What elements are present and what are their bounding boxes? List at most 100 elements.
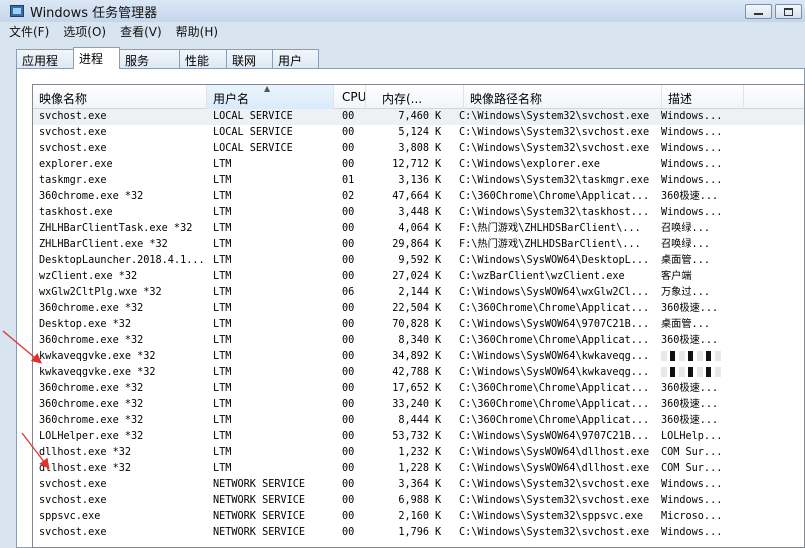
table-row[interactable]: explorer.exe LTM 00 12,712 K C:\Windows\explo… — [33, 157, 804, 173]
table-row[interactable]: dllhost.exe *32 LTM 00 1,232 K C:\Windows\Sys… — [33, 445, 804, 461]
minimize-button[interactable] — [745, 4, 772, 19]
memory-cell: 34,892 — [392, 351, 429, 362]
memory-unit-cell: K — [435, 255, 442, 266]
column-header-user-label: 用户名 — [213, 92, 250, 106]
memory-unit-cell: K — [435, 191, 442, 202]
column-header-image-name[interactable]: 映像名称 — [33, 85, 207, 109]
redacted-description — [661, 351, 723, 361]
table-row[interactable]: wzClient.exe *32 LTM 00 27,024 K C:\wzBarClie… — [33, 269, 804, 285]
table-row[interactable]: sppsvc.exe NETWORK SERVICE 00 2,160 K C:\Wind… — [33, 509, 804, 525]
tab-processes[interactable]: 进程 — [73, 47, 120, 69]
user-name-cell: LTM — [213, 447, 232, 458]
table-row[interactable]: svchost.exe LOCAL SERVICE 00 3,808 K C:\Windo… — [33, 141, 804, 157]
memory-unit-cell: K — [435, 495, 442, 506]
image-path-cell: C:\wzBarClient\wzClient.exe — [459, 271, 625, 282]
cpu-cell: 00 — [342, 159, 355, 170]
table-row[interactable]: 360chrome.exe *32 LTM 00 22,504 K C:\360Chrom… — [33, 301, 804, 317]
column-header-image-path[interactable]: 映像路径名称 — [464, 85, 662, 109]
user-name-cell: LTM — [213, 303, 232, 314]
process-name-cell: svchost.exe — [39, 143, 107, 154]
memory-cell: 2,144 — [398, 287, 429, 298]
memory-cell: 29,864 — [392, 239, 429, 250]
image-path-cell: C:\Windows\System32\taskhost... — [459, 207, 650, 218]
cpu-cell: 00 — [342, 223, 355, 234]
memory-unit-cell: K — [435, 351, 442, 362]
image-path-cell: F:\热门游戏\ZHLHDSBarClient\... — [459, 223, 641, 234]
memory-cell: 3,808 — [398, 143, 429, 154]
memory-cell: 1,228 — [398, 463, 429, 474]
cpu-cell: 00 — [342, 527, 355, 538]
image-path-cell: C:\Windows\System32\svchost.exe — [459, 111, 650, 122]
cpu-cell: 00 — [342, 239, 355, 250]
column-header-cpu[interactable]: CPU — [334, 85, 366, 109]
user-name-cell: LTM — [213, 319, 232, 330]
description-cell: Windows... — [661, 495, 723, 506]
image-path-cell: C:\Windows\SysWOW64\dllhost.exe — [459, 463, 650, 474]
table-row[interactable]: svchost.exe LOCAL SERVICE 00 7,460 K C:\Windo… — [33, 109, 804, 125]
cpu-cell: 02 — [342, 191, 355, 202]
memory-cell: 8,340 — [398, 335, 429, 346]
tab-applications[interactable]: 应用程序 — [16, 49, 74, 85]
tab-services[interactable]: 服务 — [119, 49, 180, 69]
tab-networking[interactable]: 联网 — [226, 49, 273, 69]
column-header-filler — [744, 85, 804, 109]
process-list[interactable]: 映像名称 ▲ 用户名 CPU 内存(... 映像路径名称 描述 svchost.… — [32, 84, 805, 548]
cpu-cell: 00 — [342, 383, 355, 394]
table-row[interactable]: Desktop.exe *32 LTM 00 70,828 K C:\Windows\Sy… — [33, 317, 804, 333]
description-cell: 客户端 — [661, 271, 692, 282]
description-cell: 360极速... — [661, 191, 719, 202]
table-row[interactable]: 360chrome.exe *32 LTM 00 8,340 K C:\360Chrome… — [33, 333, 804, 349]
image-path-cell: C:\Windows\System32\sppsvc.exe — [459, 511, 644, 522]
memory-unit-cell: K — [435, 479, 442, 490]
memory-cell: 6,988 — [398, 495, 429, 506]
table-row[interactable]: 360chrome.exe *32 LTM 00 8,444 K C:\360Chrome… — [33, 413, 804, 429]
sort-ascending-icon: ▲ — [264, 85, 271, 93]
table-row[interactable]: 360chrome.exe *32 LTM 00 17,652 K C:\360Chrom… — [33, 381, 804, 397]
user-name-cell: LTM — [213, 415, 232, 426]
tab-users[interactable]: 用户 — [272, 49, 319, 69]
column-header-user-name[interactable]: ▲ 用户名 — [207, 85, 334, 109]
description-cell: Windows... — [661, 207, 723, 218]
tab-strip: 应用程序 进程 服务 性能 联网 用户 — [16, 47, 319, 85]
column-header-description[interactable]: 描述 — [662, 85, 744, 109]
process-name-cell: taskmgr.exe — [39, 175, 107, 186]
table-row[interactable]: kwkaveqgvke.exe *32 LTM 00 42,788 K C:\Window… — [33, 365, 804, 381]
description-cell — [651, 349, 731, 365]
menu-help[interactable]: 帮助(H) — [176, 23, 218, 40]
table-row[interactable]: taskmgr.exe LTM 01 3,136 K C:\Windows\System3… — [33, 173, 804, 189]
process-name-cell: svchost.exe — [39, 111, 107, 122]
table-row[interactable]: LOLHelper.exe *32 LTM 00 53,732 K C:\Windows\… — [33, 429, 804, 445]
menu-options[interactable]: 选项(O) — [63, 23, 106, 40]
table-row[interactable]: taskhost.exe LTM 00 3,448 K C:\Windows\System… — [33, 205, 804, 221]
memory-unit-cell: K — [435, 175, 442, 186]
table-row[interactable]: kwkaveqgvke.exe *32 LTM 00 34,892 K C:\Window… — [33, 349, 804, 365]
table-row[interactable]: 360chrome.exe *32 LTM 02 47,664 K C:\360Chrom… — [33, 189, 804, 205]
process-name-cell: ZHLHBarClientTask.exe *32 — [39, 223, 193, 234]
user-name-cell: LTM — [213, 383, 232, 394]
memory-unit-cell: K — [435, 447, 442, 458]
description-cell: LOLHelp... — [661, 431, 723, 442]
tab-performance[interactable]: 性能 — [179, 49, 227, 69]
description-cell: Windows... — [661, 527, 723, 538]
image-path-cell: C:\Windows\SysWOW64\kwkaveqg... — [459, 367, 650, 378]
user-name-cell: LTM — [213, 207, 232, 218]
user-name-cell: NETWORK SERVICE — [213, 495, 306, 506]
table-row[interactable]: svchost.exe NETWORK SERVICE 00 1,796 K C:\Win… — [33, 525, 804, 541]
image-path-cell: C:\Windows\System32\svchost.exe — [459, 143, 650, 154]
table-row[interactable]: dllhost.exe *32 LTM 00 1,228 K C:\Windows\Sys… — [33, 461, 804, 477]
table-row[interactable]: svchost.exe NETWORK SERVICE 00 3,364 K C:\Win… — [33, 477, 804, 493]
table-row[interactable]: svchost.exe NETWORK SERVICE 00 6,988 K C:\Win… — [33, 493, 804, 509]
table-row[interactable]: wxGlw2CltPlg.wxe *32 LTM 06 2,144 K C:\Window… — [33, 285, 804, 301]
memory-unit-cell: K — [435, 511, 442, 522]
table-row[interactable]: DesktopLauncher.2018.4.1... LTM 00 9,592 K C:… — [33, 253, 804, 269]
table-row[interactable]: 360chrome.exe *32 LTM 00 33,240 K C:\360Chrom… — [33, 397, 804, 413]
column-header-memory[interactable]: 内存(... — [366, 85, 464, 109]
table-row[interactable]: ZHLHBarClient.exe *32 LTM 00 29,864 K F:\热门游戏… — [33, 237, 804, 253]
maximize-icon — [784, 7, 793, 16]
table-row[interactable]: ZHLHBarClientTask.exe *32 LTM 00 4,064 K F:\热… — [33, 221, 804, 237]
maximize-button[interactable] — [775, 4, 802, 19]
menu-view[interactable]: 查看(V) — [120, 23, 162, 40]
table-row[interactable]: svchost.exe LOCAL SERVICE 00 5,124 K C:\Windo… — [33, 125, 804, 141]
menu-file[interactable]: 文件(F) — [9, 23, 49, 40]
description-cell: 召唤绿... — [661, 223, 710, 234]
